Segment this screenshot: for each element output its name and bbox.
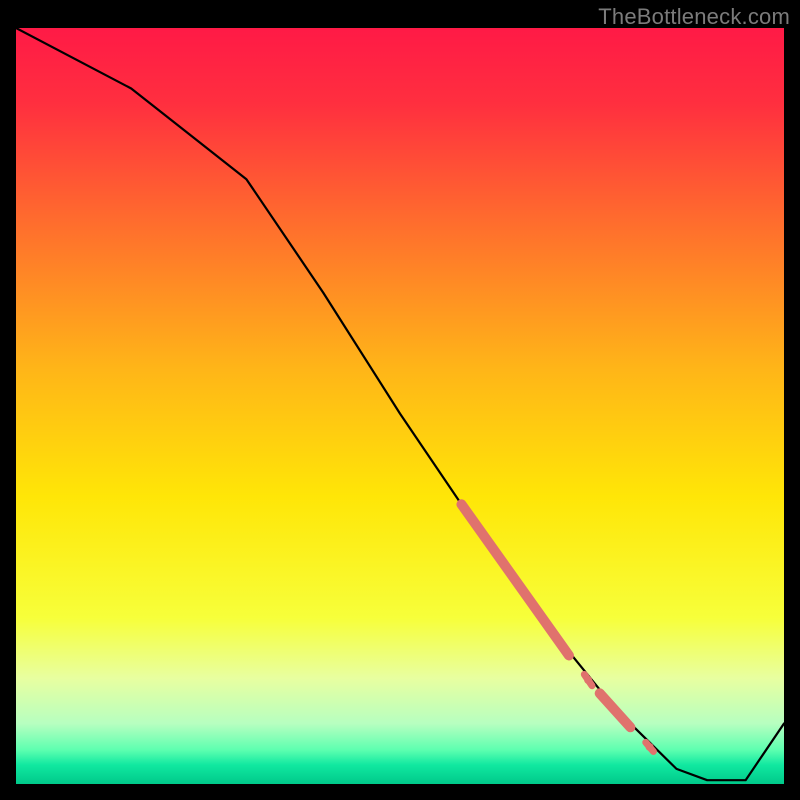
chart-frame: TheBottleneck.com [0, 0, 800, 800]
plot-area [16, 28, 784, 784]
watermark-text: TheBottleneck.com [598, 4, 790, 30]
chart-svg [16, 28, 784, 784]
